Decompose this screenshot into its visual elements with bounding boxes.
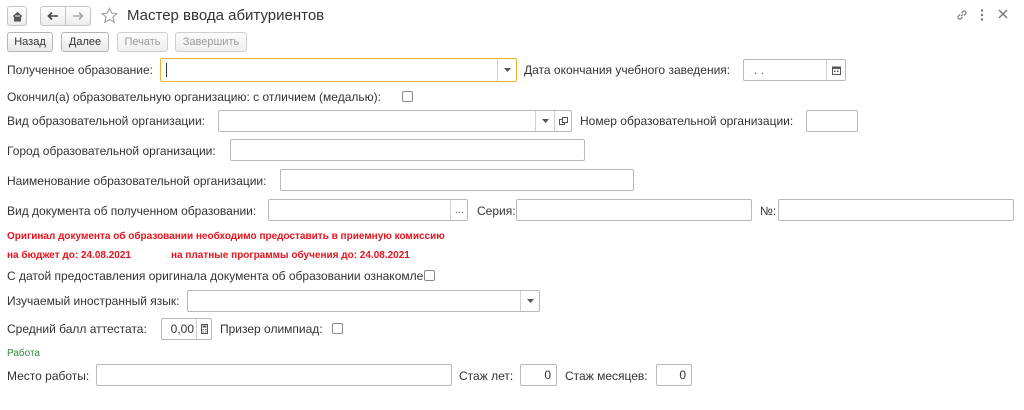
olympiad-label: Призер олимпиад: xyxy=(220,322,323,336)
end-date-label: Дата окончания учебного заведения: xyxy=(524,63,731,77)
org-type-field[interactable] xyxy=(218,110,572,132)
olympiad-checkbox[interactable] xyxy=(332,323,343,334)
org-type-label: Вид образовательной организации: xyxy=(7,114,205,128)
print-button[interactable]: Печать xyxy=(117,32,168,52)
language-dropdown-button[interactable] xyxy=(520,291,539,311)
doc-series-label: Серия: xyxy=(477,204,516,218)
honors-checkbox[interactable] xyxy=(402,91,413,102)
close-button[interactable] xyxy=(997,8,1013,24)
acknowledge-checkbox[interactable] xyxy=(424,270,435,281)
notice-budget-deadline: на бюджет до: 24.08.2021 xyxy=(7,250,131,261)
doc-type-label: Вид документа об полученном образовании: xyxy=(7,204,257,218)
forward-nav-button[interactable] xyxy=(65,6,91,26)
next-button[interactable]: Далее xyxy=(61,32,109,52)
home-button[interactable] xyxy=(7,6,27,26)
work-section-title: Работа xyxy=(7,348,40,359)
more-button[interactable] xyxy=(979,8,989,24)
language-label: Изучаемый иностранный язык: xyxy=(7,294,180,308)
window-title: Мастер ввода абитуриентов xyxy=(127,7,325,24)
doc-number-field[interactable] xyxy=(778,199,1014,221)
work-years-label: Стаж лет: xyxy=(459,369,514,383)
notice-line-1: Оригинал документа об образовании необхо… xyxy=(7,231,445,242)
open-icon xyxy=(558,116,568,125)
back-arrow-icon xyxy=(47,11,58,21)
notice-paid-deadline: на платные программы обучения до: 24.08.… xyxy=(171,250,410,261)
org-type-dropdown-button[interactable] xyxy=(535,111,554,131)
favorite-button[interactable] xyxy=(100,7,119,25)
received-education-select[interactable] xyxy=(160,58,517,82)
acknowledge-label: С датой предоставления оригинала докумен… xyxy=(7,269,434,283)
avg-grade-field[interactable]: 0,00 xyxy=(161,318,212,340)
back-button[interactable]: Назад xyxy=(7,32,53,52)
org-city-label: Город образовательной организации: xyxy=(7,144,216,158)
work-place-label: Место работы: xyxy=(7,369,90,383)
calculator-icon xyxy=(200,324,208,334)
work-years-field[interactable]: 0 xyxy=(520,364,557,386)
received-education-label: Полученное образование: xyxy=(7,63,153,77)
org-name-label: Наименование образовательной организации… xyxy=(7,174,267,188)
close-icon xyxy=(998,9,1008,19)
org-city-field[interactable] xyxy=(230,139,585,161)
honors-label: Окончил(а) образовательную организацию: … xyxy=(7,90,381,104)
work-months-value: 0 xyxy=(679,368,686,382)
work-place-field[interactable] xyxy=(96,364,452,386)
work-months-label: Стаж месяцев: xyxy=(565,369,648,383)
org-type-open-button[interactable] xyxy=(554,111,571,131)
received-education-dropdown-button[interactable] xyxy=(497,59,516,81)
forward-arrow-icon xyxy=(73,11,84,21)
more-icon xyxy=(980,9,984,21)
ellipsis-icon: … xyxy=(454,204,465,216)
doc-type-select-button[interactable]: … xyxy=(450,200,467,220)
language-select[interactable] xyxy=(187,290,540,312)
work-months-field[interactable]: 0 xyxy=(656,364,692,386)
link-button[interactable] xyxy=(955,8,971,24)
dropdown-icon xyxy=(526,299,534,303)
dropdown-icon xyxy=(503,68,511,72)
end-date-value: . . xyxy=(754,63,765,77)
text-cursor xyxy=(166,63,167,77)
star-icon xyxy=(100,7,119,24)
avg-grade-value: 0,00 xyxy=(170,322,194,336)
finish-button[interactable]: Завершить xyxy=(175,32,247,52)
doc-series-field[interactable] xyxy=(516,199,752,221)
end-date-field[interactable]: . . xyxy=(743,59,846,81)
back-nav-button[interactable] xyxy=(40,6,66,26)
calendar-icon xyxy=(831,66,841,75)
end-date-calendar-button[interactable] xyxy=(826,60,845,80)
doc-number-label: №: xyxy=(760,204,777,218)
work-years-value: 0 xyxy=(544,368,551,382)
org-number-label: Номер образовательной организации: xyxy=(580,114,794,128)
org-number-field[interactable] xyxy=(806,110,858,132)
avg-grade-calculator-button[interactable] xyxy=(196,319,211,339)
dropdown-icon xyxy=(541,119,549,123)
avg-grade-label: Средний балл аттестата: xyxy=(7,322,147,336)
doc-type-field[interactable]: … xyxy=(268,199,468,221)
link-icon xyxy=(957,10,967,20)
org-name-field[interactable] xyxy=(280,169,634,191)
home-icon xyxy=(12,11,22,21)
